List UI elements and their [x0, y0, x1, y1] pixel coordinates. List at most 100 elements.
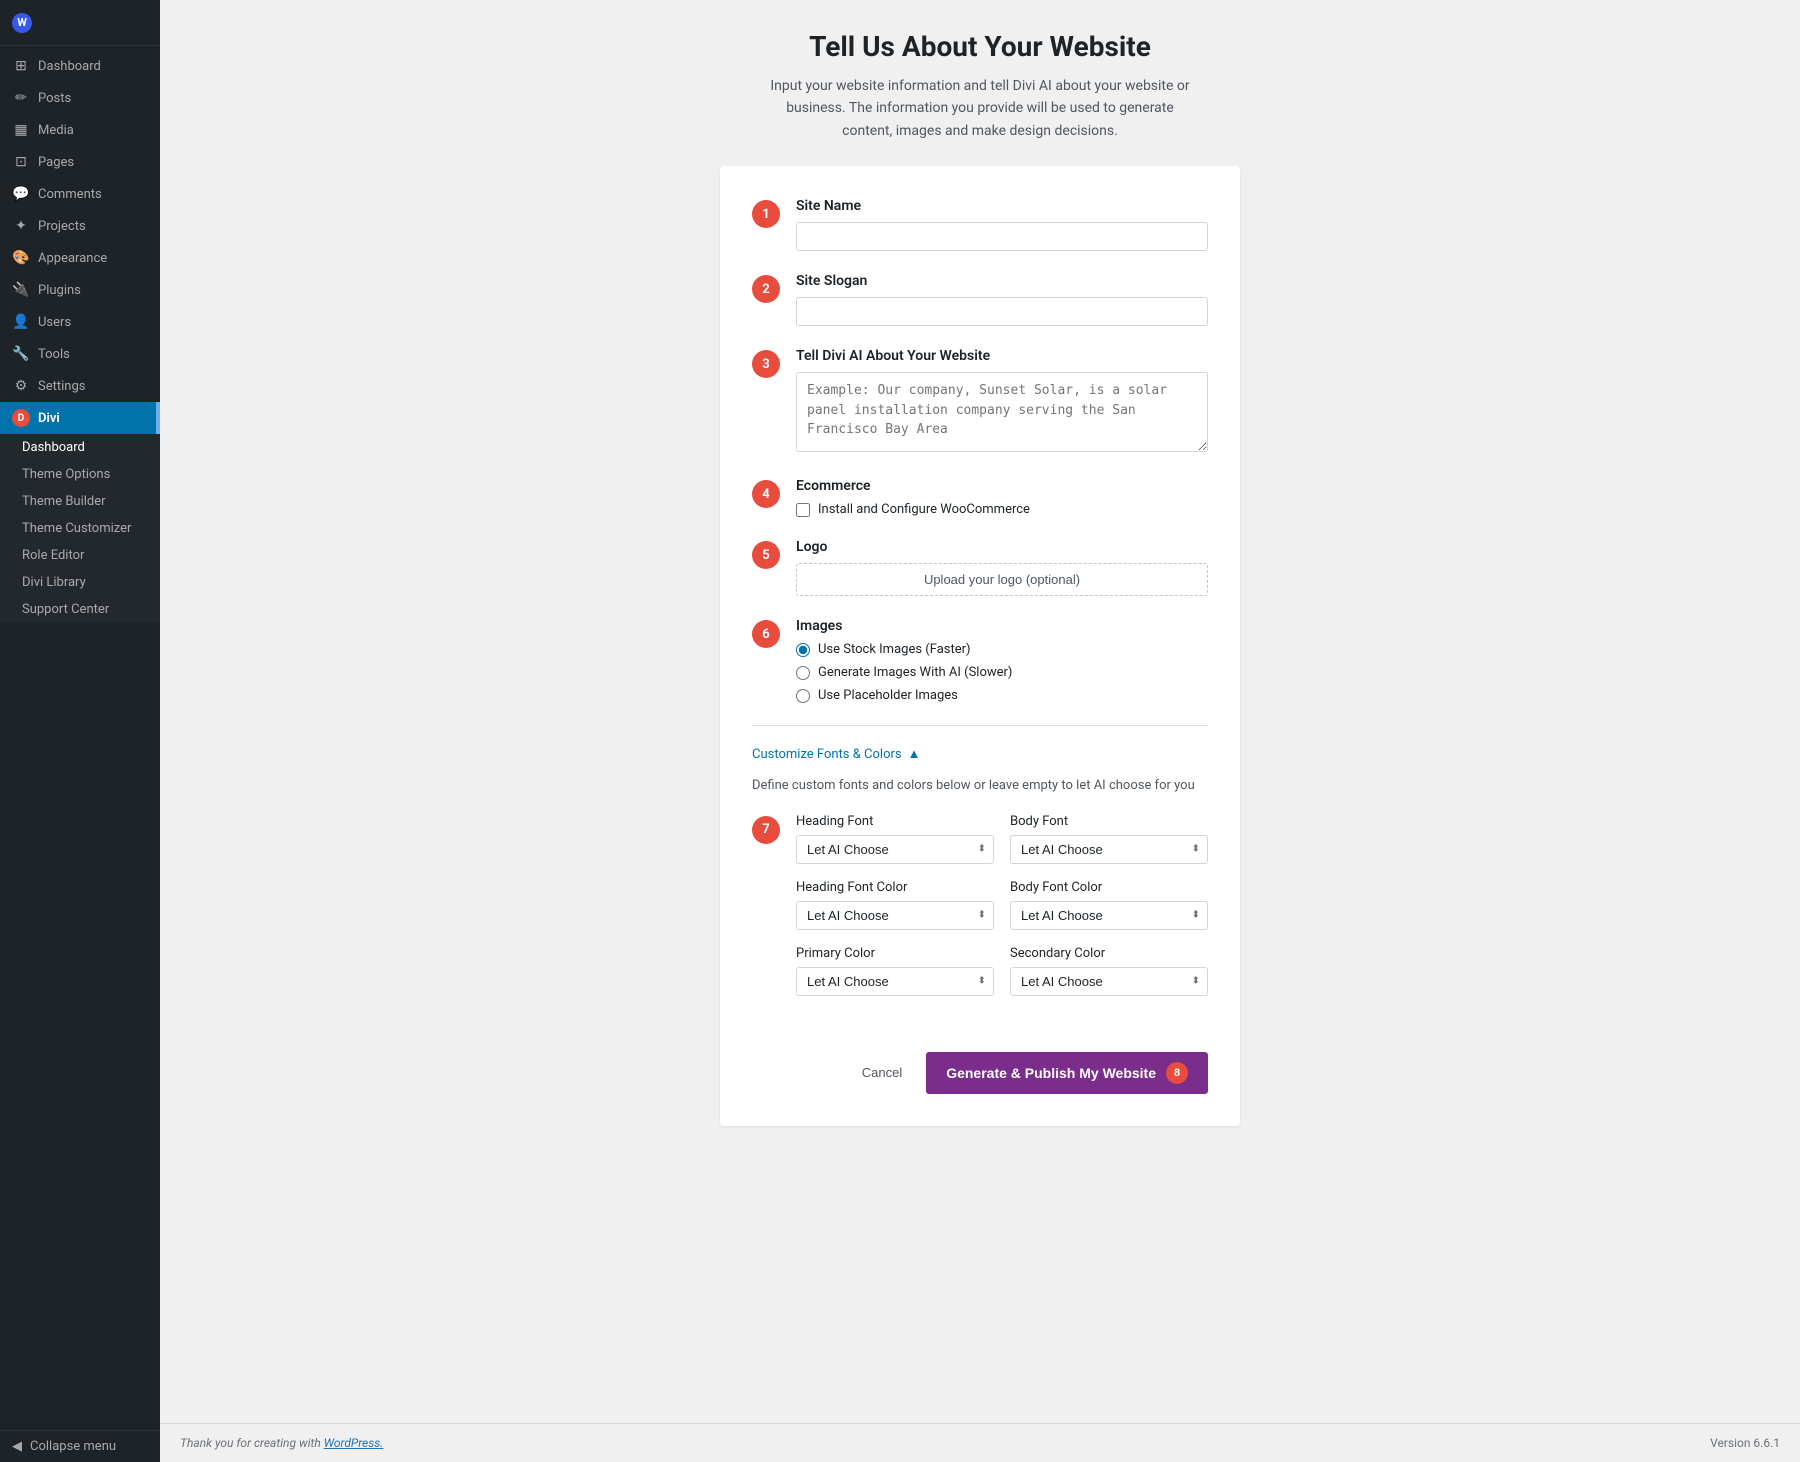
- step3-content: Tell Divi AI About Your Website: [796, 348, 1208, 456]
- step8-badge: 8: [1166, 1062, 1188, 1084]
- sidebar-item-appearance[interactable]: 🎨 Appearance: [0, 242, 160, 274]
- secondary-color-label: Secondary Color: [1010, 946, 1208, 961]
- heading-font-select[interactable]: Let AI Choose: [796, 835, 994, 864]
- body-font-color-label: Body Font Color: [1010, 880, 1208, 895]
- site-slogan-label: Site Slogan: [796, 273, 1208, 289]
- cancel-button[interactable]: Cancel: [850, 1059, 914, 1086]
- page-content: Tell Us About Your Website Input your we…: [160, 0, 1800, 1423]
- step7-section: 7 Heading Font Let AI Choose ⬍: [752, 814, 1208, 1012]
- sidebar-item-projects[interactable]: ✦ Projects: [0, 210, 160, 242]
- images-stock-radio[interactable]: [796, 643, 810, 657]
- customize-fonts-label: Customize Fonts & Colors: [752, 747, 902, 762]
- heading-font-label: Heading Font: [796, 814, 994, 829]
- step3-section: 3 Tell Divi AI About Your Website: [752, 348, 1208, 456]
- sidebar-label-dashboard: Dashboard: [38, 59, 101, 74]
- generate-publish-button[interactable]: Generate & Publish My Website 8: [926, 1052, 1208, 1094]
- sidebar-logo: W: [0, 0, 160, 46]
- posts-icon: ✏: [12, 89, 30, 107]
- media-icon: ▦: [12, 121, 30, 139]
- sidebar-label-media: Media: [38, 123, 74, 138]
- heading-font-color-select-wrapper: Let AI Choose ⬍: [796, 901, 994, 930]
- sidebar-item-media[interactable]: ▦ Media: [0, 114, 160, 146]
- sidebar-item-posts[interactable]: ✏ Posts: [0, 82, 160, 114]
- primary-color-field: Primary Color Let AI Choose ⬍: [796, 946, 994, 996]
- images-placeholder-label: Use Placeholder Images: [818, 688, 958, 703]
- step2-section: 2 Site Slogan: [752, 273, 1208, 326]
- site-name-input[interactable]: [796, 222, 1208, 251]
- footer-version: Version 6.6.1: [1710, 1436, 1780, 1450]
- step3-badge: 3: [752, 350, 780, 378]
- woocommerce-checkbox-label: Install and Configure WooCommerce: [818, 502, 1030, 517]
- divider: [752, 725, 1208, 726]
- step6-section: 6 Images Use Stock Images (Faster) Gener…: [752, 618, 1208, 703]
- site-slogan-input[interactable]: [796, 297, 1208, 326]
- sidebar-label-pages: Pages: [38, 155, 74, 170]
- body-font-select[interactable]: Let AI Choose: [1010, 835, 1208, 864]
- step7-badge: 7: [752, 816, 780, 844]
- sidebar-sub-divi-library[interactable]: Divi Library: [0, 569, 160, 596]
- step4-section: 4 Ecommerce Install and Configure WooCom…: [752, 478, 1208, 517]
- divi-header[interactable]: D Divi: [0, 402, 160, 434]
- plugins-icon: 🔌: [12, 281, 30, 299]
- site-name-label: Site Name: [796, 198, 1208, 214]
- sidebar-label-projects: Projects: [38, 219, 86, 234]
- images-ai-option[interactable]: Generate Images With AI (Slower): [796, 665, 1208, 680]
- secondary-color-field: Secondary Color Let AI Choose ⬍: [1010, 946, 1208, 996]
- secondary-color-select[interactable]: Let AI Choose: [1010, 967, 1208, 996]
- sidebar-item-users[interactable]: 👤 Users: [0, 306, 160, 338]
- images-label: Images: [796, 618, 1208, 634]
- form-actions: Cancel Generate & Publish My Website 8: [752, 1036, 1208, 1094]
- divi-label: Divi: [38, 411, 60, 426]
- sidebar-item-settings[interactable]: ⚙ Settings: [0, 370, 160, 402]
- sidebar-sub-support-center[interactable]: Support Center: [0, 596, 160, 623]
- sidebar-sub-theme-builder[interactable]: Theme Builder: [0, 488, 160, 515]
- step6-content: Images Use Stock Images (Faster) Generat…: [796, 618, 1208, 703]
- woocommerce-checkbox[interactable]: [796, 503, 810, 517]
- page-description: Input your website information and tell …: [770, 75, 1190, 142]
- customize-fonts-toggle[interactable]: Customize Fonts & Colors ▲: [752, 742, 1208, 766]
- sidebar-item-plugins[interactable]: 🔌 Plugins: [0, 274, 160, 306]
- step5-badge: 5: [752, 541, 780, 569]
- body-font-label: Body Font: [1010, 814, 1208, 829]
- sidebar-sub-divi-dashboard[interactable]: Dashboard: [0, 434, 160, 461]
- brand-colors-grid: Primary Color Let AI Choose ⬍ Secondary …: [796, 946, 1208, 996]
- page-title: Tell Us About Your Website: [809, 30, 1151, 63]
- sidebar-sub-role-editor[interactable]: Role Editor: [0, 542, 160, 569]
- body-font-color-select-wrapper: Let AI Choose ⬍: [1010, 901, 1208, 930]
- collapse-menu-button[interactable]: ◀ Collapse menu: [0, 1430, 160, 1462]
- pages-icon: ⊡: [12, 153, 30, 171]
- sidebar-label-comments: Comments: [38, 187, 102, 202]
- step5-content: Logo Upload your logo (optional): [796, 539, 1208, 596]
- footer-text-before: Thank you for creating with: [180, 1436, 324, 1450]
- sidebar-item-tools[interactable]: 🔧 Tools: [0, 338, 160, 370]
- sidebar-item-pages[interactable]: ⊡ Pages: [0, 146, 160, 178]
- sidebar-sub-theme-customizer[interactable]: Theme Customizer: [0, 515, 160, 542]
- secondary-color-select-wrapper: Let AI Choose ⬍: [1010, 967, 1208, 996]
- sidebar-sub-theme-options[interactable]: Theme Options: [0, 461, 160, 488]
- fonts-grid: Heading Font Let AI Choose ⬍ Body Font: [796, 814, 1208, 864]
- primary-color-select[interactable]: Let AI Choose: [796, 967, 994, 996]
- heading-font-color-label: Heading Font Color: [796, 880, 994, 895]
- wordpress-footer-link[interactable]: WordPress.: [324, 1436, 384, 1450]
- images-placeholder-radio[interactable]: [796, 689, 810, 703]
- primary-color-label: Primary Color: [796, 946, 994, 961]
- sidebar-item-comments[interactable]: 💬 Comments: [0, 178, 160, 210]
- images-radio-group: Use Stock Images (Faster) Generate Image…: [796, 642, 1208, 703]
- body-font-color-select[interactable]: Let AI Choose: [1010, 901, 1208, 930]
- step1-content: Site Name: [796, 198, 1208, 251]
- step2-badge: 2: [752, 275, 780, 303]
- images-stock-option[interactable]: Use Stock Images (Faster): [796, 642, 1208, 657]
- images-placeholder-option[interactable]: Use Placeholder Images: [796, 688, 1208, 703]
- step1-badge: 1: [752, 200, 780, 228]
- logo-upload-button[interactable]: Upload your logo (optional): [796, 563, 1208, 596]
- heading-font-color-select[interactable]: Let AI Choose: [796, 901, 994, 930]
- images-ai-radio[interactable]: [796, 666, 810, 680]
- sidebar-label-appearance: Appearance: [38, 251, 107, 266]
- sidebar-item-dashboard[interactable]: ⊞ Dashboard: [0, 50, 160, 82]
- fonts-colors-description: Define custom fonts and colors below or …: [752, 776, 1208, 796]
- woocommerce-checkbox-row[interactable]: Install and Configure WooCommerce: [796, 502, 1208, 517]
- generate-publish-label: Generate & Publish My Website: [946, 1065, 1156, 1081]
- ai-description-textarea[interactable]: [796, 372, 1208, 452]
- sidebar-label-settings: Settings: [38, 379, 85, 394]
- collapse-label: Collapse menu: [30, 1439, 116, 1454]
